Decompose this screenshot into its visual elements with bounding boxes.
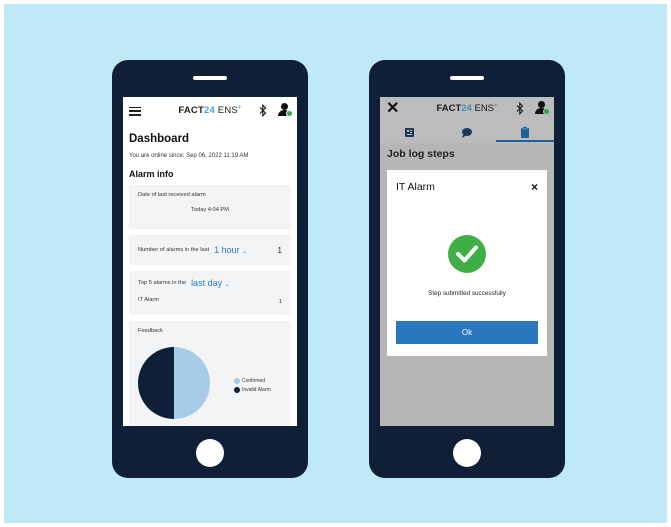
app-logo: FACT24 ENS+ (178, 105, 242, 117)
app-bar: FACT24 ENS+ (123, 97, 297, 125)
online-status-dot (543, 108, 550, 115)
feedback-legend: Confirmed Invalid Alarm (234, 378, 271, 396)
top-alarm-count: 1 (278, 299, 282, 305)
chevron-down-icon: ⌄ (224, 282, 230, 288)
feedback-pie-chart (138, 347, 210, 419)
feedback-title: Feedback (138, 328, 163, 334)
last-alarm-label: Date of last received alarm (138, 192, 206, 198)
page-title: Job log steps (387, 148, 455, 160)
app-logo: FACT24 ENS+ (436, 103, 498, 115)
section-title: Alarm info (129, 169, 174, 179)
alarm-count-value: 1 (277, 245, 282, 255)
chevron-down-icon: ⌄ (242, 249, 248, 255)
online-status-dot (286, 110, 293, 117)
online-since-text: You are online since: Sep 06, 2022 11:19… (129, 153, 249, 159)
period-dropdown[interactable]: 1 hour ⌄ (214, 245, 247, 255)
page-title: Dashboard (129, 133, 190, 145)
left-phone: FACT24 ENS+ Dashboard You are online sin… (112, 60, 308, 478)
home-button[interactable] (453, 439, 481, 467)
tab-clipboard[interactable] (496, 121, 554, 143)
user-icon[interactable] (278, 103, 293, 119)
job-log-body: Job log steps IT Alarm × Step submitted … (380, 143, 554, 426)
ok-button[interactable]: Ok (396, 321, 538, 344)
contact-card-icon (404, 127, 414, 137)
legend-swatch-invalid (234, 387, 240, 393)
alarm-count-card: Number of alarms in the last 1 hour ⌄ 1 (129, 235, 291, 265)
dialog-close-icon[interactable]: × (531, 180, 538, 194)
right-phone: ✕ FACT24 ENS+ Job log steps IT Alarm × S… (369, 60, 565, 478)
phone-speaker (193, 76, 227, 80)
top-alarms-label: Top 5 alarms in the (138, 280, 187, 286)
chat-icon (462, 127, 472, 138)
success-message: Step submitted successfully (428, 290, 506, 297)
bluetooth-icon[interactable] (516, 101, 524, 120)
dialog-title: IT Alarm (396, 181, 435, 193)
tab-bar (380, 121, 554, 143)
last-alarm-card: Date of last received alarm Today 4:04 P… (129, 185, 291, 229)
home-button[interactable] (196, 439, 224, 467)
success-dialog: IT Alarm × Step submitted successfully O… (387, 170, 547, 356)
page-background (4, 4, 667, 523)
tab-contacts[interactable] (380, 121, 438, 143)
dashboard-screen: FACT24 ENS+ Dashboard You are online sin… (123, 97, 297, 426)
alarm-count-label: Number of alarms in the last (138, 247, 210, 253)
success-check-icon (448, 235, 486, 273)
job-log-screen: ✕ FACT24 ENS+ Job log steps IT Alarm × S… (380, 97, 554, 426)
legend-item-invalid: Invalid Alarm (234, 387, 271, 393)
feedback-card: Feedback Confirmed Invalid Alarm (129, 321, 291, 426)
bluetooth-icon[interactable] (259, 103, 267, 122)
phone-speaker (450, 76, 484, 80)
clipboard-icon (521, 126, 529, 138)
top-period-dropdown[interactable]: last day ⌄ (191, 278, 230, 288)
top-alarm-name: IT Alarm (138, 297, 160, 303)
top-alarms-card: Top 5 alarms in the last day ⌄ IT Alarm … (129, 271, 291, 315)
user-icon[interactable] (535, 101, 550, 117)
tab-chat[interactable] (438, 121, 496, 143)
last-alarm-value: Today 4:04 PM (191, 207, 229, 213)
legend-item-confirmed: Confirmed (234, 378, 271, 384)
app-bar: ✕ FACT24 ENS+ (380, 97, 554, 121)
legend-swatch-confirmed (234, 378, 240, 384)
